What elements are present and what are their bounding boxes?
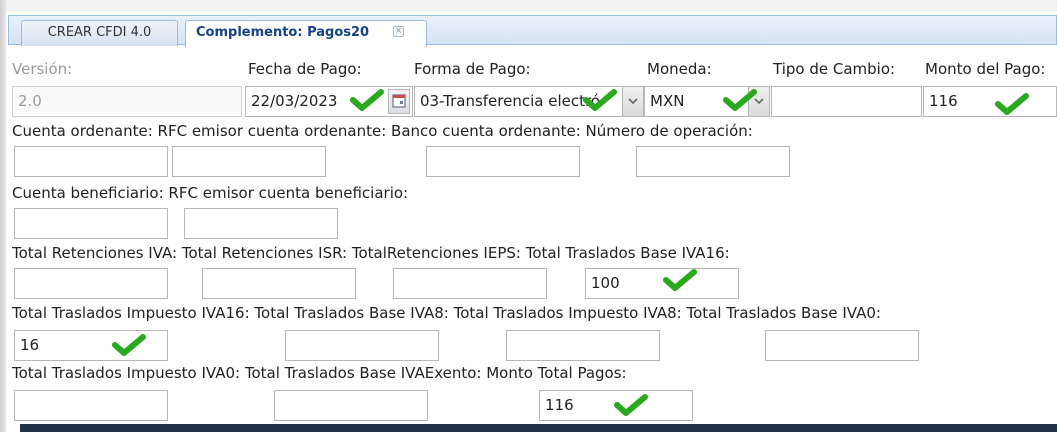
check-icon [350,89,384,111]
monto-pago-label: Monto del Pago: [925,60,1046,78]
row4-labels: Total Retenciones IVA: Total Retenciones… [12,244,730,262]
numero-operacion-field[interactable] [636,146,790,177]
cuenta-beneficiario-field[interactable] [14,208,168,239]
forma-pago-label: Forma de Pago: [414,60,531,78]
check-icon [723,89,757,111]
tab-complemento-pagos-label: Complemento: Pagos20 [196,25,370,40]
tipo-cambio-field[interactable] [771,86,922,117]
total-traslados-base-ivaexento-field[interactable] [274,390,428,421]
cuenta-ordenante-field[interactable] [14,146,168,177]
tab-crear-cfdi[interactable]: CREAR CFDI 4.0 [21,20,178,46]
total-traslados-base-iva16-field[interactable]: 100 [585,268,739,299]
tab-crear-cfdi-label: CREAR CFDI 4.0 [47,25,152,40]
monto-pago-field[interactable]: 116 [923,86,1057,117]
total-traslados-base-iva8-field[interactable] [285,330,439,361]
moneda-value: MXN [650,92,685,110]
tab-close-icon[interactable]: × [393,26,404,37]
forma-pago-value: 03-Transferencia electró [420,92,600,110]
total-traslados-base-iva0-field[interactable] [765,330,919,361]
tab-bar: CREAR CFDI 4.0 Complemento: Pagos20 × [8,15,1057,47]
tab-complemento-pagos[interactable]: Complemento: Pagos20 × [185,20,427,47]
rfc-emisor-cuenta-ordenante-field[interactable] [172,146,326,177]
frame-top [0,0,1057,12]
row2-labels: Cuenta ordenante: RFC emisor cuenta orde… [12,122,753,140]
fecha-pago-label: Fecha de Pago: [248,60,362,78]
total-retenciones-isr-field[interactable] [202,268,356,299]
check-icon [583,89,617,111]
row5-labels: Total Traslados Impuesto IVA16: Total Tr… [12,304,881,322]
frame-left-edge [0,0,6,432]
rfc-emisor-cuenta-beneficiario-field[interactable] [184,208,338,239]
total-retenciones-iva-field[interactable] [14,268,168,299]
row3-labels: Cuenta beneficiario: RFC emisor cuenta b… [12,184,409,202]
fecha-pago-value: 22/03/2023 [251,92,338,110]
check-icon [995,93,1029,115]
bottom-panel-edge [20,424,1057,432]
total-traslados-impuesto-iva0-field[interactable] [14,390,168,421]
check-icon [663,269,697,291]
version-label: Versión: [12,60,73,78]
forma-pago-dropdown-icon[interactable] [622,87,643,116]
window-frame: CREAR CFDI 4.0 Complemento: Pagos20 × Ve… [0,0,1057,432]
check-icon [112,334,146,356]
calendar-icon[interactable] [388,89,410,114]
total-traslados-impuesto-iva8-field[interactable] [506,330,660,361]
check-icon [614,394,648,416]
banco-cuenta-ordenante-field[interactable] [426,146,580,177]
moneda-label: Moneda: [647,60,712,78]
tipo-cambio-label: Tipo de Cambio: [773,60,896,78]
row6-labels: Total Traslados Impuesto IVA0: Total Tra… [12,364,627,382]
version-field: 2.0 [12,86,242,117]
total-retenciones-ieps-field[interactable] [393,268,547,299]
